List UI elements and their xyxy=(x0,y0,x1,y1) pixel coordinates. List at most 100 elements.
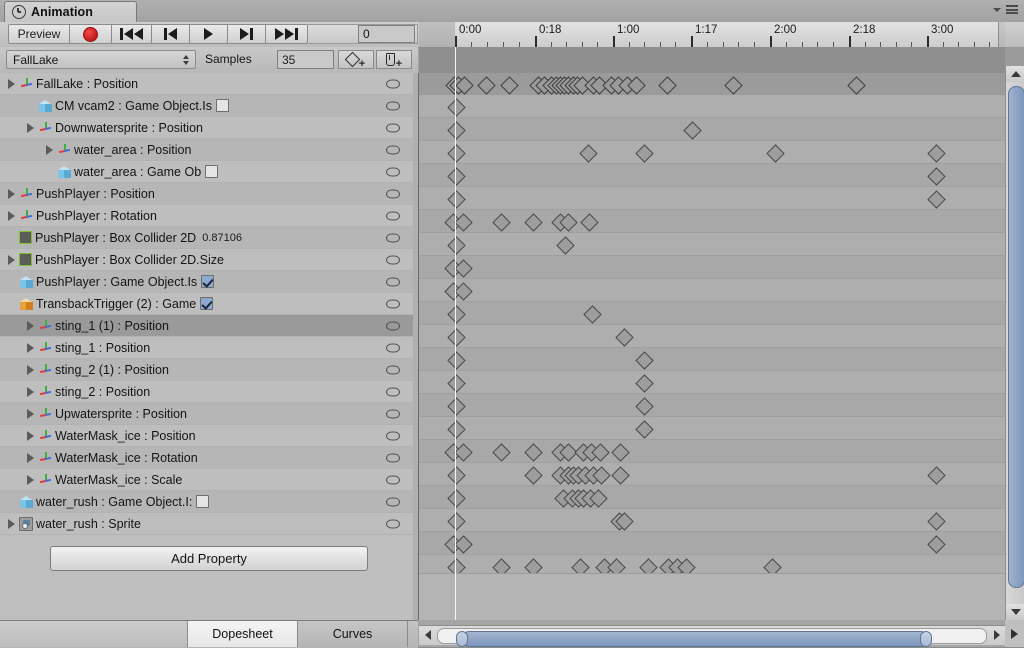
timeline-row[interactable] xyxy=(419,463,1005,486)
tab-curves[interactable]: Curves xyxy=(298,621,408,647)
keyframe-diamond[interactable] xyxy=(476,75,496,95)
horizontal-scroll-left-handle[interactable] xyxy=(456,631,468,647)
expand-triangle-icon[interactable] xyxy=(25,452,36,463)
playhead[interactable] xyxy=(455,47,456,620)
property-row[interactable]: PushPlayer : Box Collider 2D.Size xyxy=(0,249,418,271)
expand-triangle-icon[interactable] xyxy=(25,122,36,133)
property-row[interactable]: water_rush : Game Object.I: xyxy=(0,491,418,513)
expand-triangle-icon[interactable] xyxy=(6,254,17,265)
keyframe-diamond[interactable] xyxy=(614,327,634,347)
keyframe-diamond[interactable] xyxy=(657,75,677,95)
keyframe-diamond[interactable] xyxy=(634,396,654,416)
expand-triangle-icon[interactable] xyxy=(25,408,36,419)
property-row[interactable]: WaterMask_ice : Rotation xyxy=(0,447,418,469)
visibility-eye-icon[interactable] xyxy=(386,387,400,396)
keyframe-diamond[interactable] xyxy=(446,143,466,163)
hamburger-menu-icon[interactable] xyxy=(1006,5,1018,14)
keyframe-diamond[interactable] xyxy=(523,212,543,232)
visibility-eye-icon[interactable] xyxy=(386,255,400,264)
horizontal-scroll-right-handle[interactable] xyxy=(920,631,932,647)
timeline-row[interactable] xyxy=(419,233,1005,256)
visibility-eye-icon[interactable] xyxy=(386,123,400,132)
timeline-row[interactable] xyxy=(419,210,1005,233)
timeline-row[interactable] xyxy=(419,532,1005,555)
keyframe-diamond[interactable] xyxy=(555,235,575,255)
keyframe-diamond[interactable] xyxy=(926,465,946,485)
visibility-eye-icon[interactable] xyxy=(386,365,400,374)
window-menu-group[interactable] xyxy=(993,5,1018,14)
keyframe-diamond[interactable] xyxy=(446,350,466,370)
property-row[interactable]: CM vcam2 : Game Object.Is xyxy=(0,95,418,117)
timeline-ruler[interactable]: 0:00 0:18 1:00 1:17 2:00 2:18 3:00 xyxy=(419,22,1005,48)
keyframe-diamond[interactable] xyxy=(846,75,866,95)
property-row[interactable]: Downwatersprite : Position xyxy=(0,117,418,139)
keyframe-diamond[interactable] xyxy=(446,511,466,531)
keyframe-diamond[interactable] xyxy=(446,120,466,140)
expand-triangle-icon[interactable] xyxy=(6,210,17,221)
timeline-row[interactable] xyxy=(419,95,1005,118)
visibility-eye-icon[interactable] xyxy=(386,277,400,286)
scroll-up-arrow-icon[interactable] xyxy=(1006,66,1024,82)
visibility-eye-icon[interactable] xyxy=(386,167,400,176)
property-row[interactable]: PushPlayer : Rotation xyxy=(0,205,418,227)
current-frame-input[interactable]: 0 xyxy=(358,25,415,43)
samples-input[interactable]: 35 xyxy=(277,50,334,69)
visibility-eye-icon[interactable] xyxy=(386,321,400,330)
timeline-row[interactable] xyxy=(419,394,1005,417)
keyframe-diamond[interactable] xyxy=(579,212,599,232)
property-checkbox[interactable] xyxy=(215,99,229,112)
last-frame-button[interactable] xyxy=(266,24,308,44)
add-event-button[interactable]: + xyxy=(376,50,412,70)
visibility-eye-icon[interactable] xyxy=(386,343,400,352)
visibility-eye-icon[interactable] xyxy=(386,233,400,242)
keyframe-diamond[interactable] xyxy=(446,235,466,255)
timeline-row[interactable] xyxy=(419,417,1005,440)
timeline-row[interactable] xyxy=(419,486,1005,509)
chevron-down-icon[interactable] xyxy=(993,7,1001,12)
timeline-row[interactable] xyxy=(419,279,1005,302)
visibility-eye-icon[interactable] xyxy=(386,431,400,440)
timeline-row[interactable] xyxy=(419,187,1005,210)
expand-triangle-icon[interactable] xyxy=(6,78,17,89)
keyframe-diamond[interactable] xyxy=(765,143,785,163)
keyframe-diamond[interactable] xyxy=(926,189,946,209)
expand-triangle-icon[interactable] xyxy=(6,188,17,199)
visibility-eye-icon[interactable] xyxy=(386,519,400,528)
property-row[interactable]: WaterMask_ice : Position xyxy=(0,425,418,447)
horizontal-scroll-thumb[interactable] xyxy=(462,631,928,647)
timeline-row[interactable] xyxy=(419,141,1005,164)
keyframe-diamond[interactable] xyxy=(499,75,519,95)
property-checkbox[interactable] xyxy=(205,165,219,178)
expand-triangle-icon[interactable] xyxy=(25,474,36,485)
summary-band[interactable] xyxy=(419,47,1005,74)
property-row[interactable]: PushPlayer : Box Collider 2D 0.87106 xyxy=(0,227,418,249)
property-row[interactable]: water_area : Game Ob xyxy=(0,161,418,183)
timeline-row[interactable] xyxy=(419,371,1005,394)
tab-animation[interactable]: Animation xyxy=(4,1,137,22)
first-frame-button[interactable] xyxy=(112,24,152,44)
timeline-row[interactable] xyxy=(419,118,1005,141)
visibility-eye-icon[interactable] xyxy=(386,475,400,484)
keyframe-diamond[interactable] xyxy=(491,212,511,232)
visibility-eye-icon[interactable] xyxy=(386,211,400,220)
expand-triangle-icon[interactable] xyxy=(25,430,36,441)
visibility-eye-icon[interactable] xyxy=(386,453,400,462)
timeline-horizontal-scrollbar[interactable] xyxy=(419,625,1005,647)
summary-keyframe-row[interactable] xyxy=(419,73,1005,96)
add-keyframe-button[interactable]: + xyxy=(338,50,374,70)
keyframe-diamond[interactable] xyxy=(926,534,946,554)
visibility-eye-icon[interactable] xyxy=(386,409,400,418)
keyframe-diamond[interactable] xyxy=(446,189,466,209)
preview-button[interactable]: Preview xyxy=(8,24,70,44)
keyframe-diamond[interactable] xyxy=(634,419,654,439)
keyframe-diamond[interactable] xyxy=(582,304,602,324)
visibility-eye-icon[interactable] xyxy=(386,189,400,198)
property-checkbox[interactable] xyxy=(200,297,214,310)
clip-selector[interactable]: FallLake xyxy=(6,50,196,69)
expand-triangle-icon[interactable] xyxy=(25,364,36,375)
keyframe-diamond[interactable] xyxy=(578,143,598,163)
keyframe-diamond[interactable] xyxy=(926,511,946,531)
timeline-row[interactable] xyxy=(419,302,1005,325)
tab-dopesheet[interactable]: Dopesheet xyxy=(188,621,298,647)
horizontal-scroll-track[interactable] xyxy=(437,628,987,647)
